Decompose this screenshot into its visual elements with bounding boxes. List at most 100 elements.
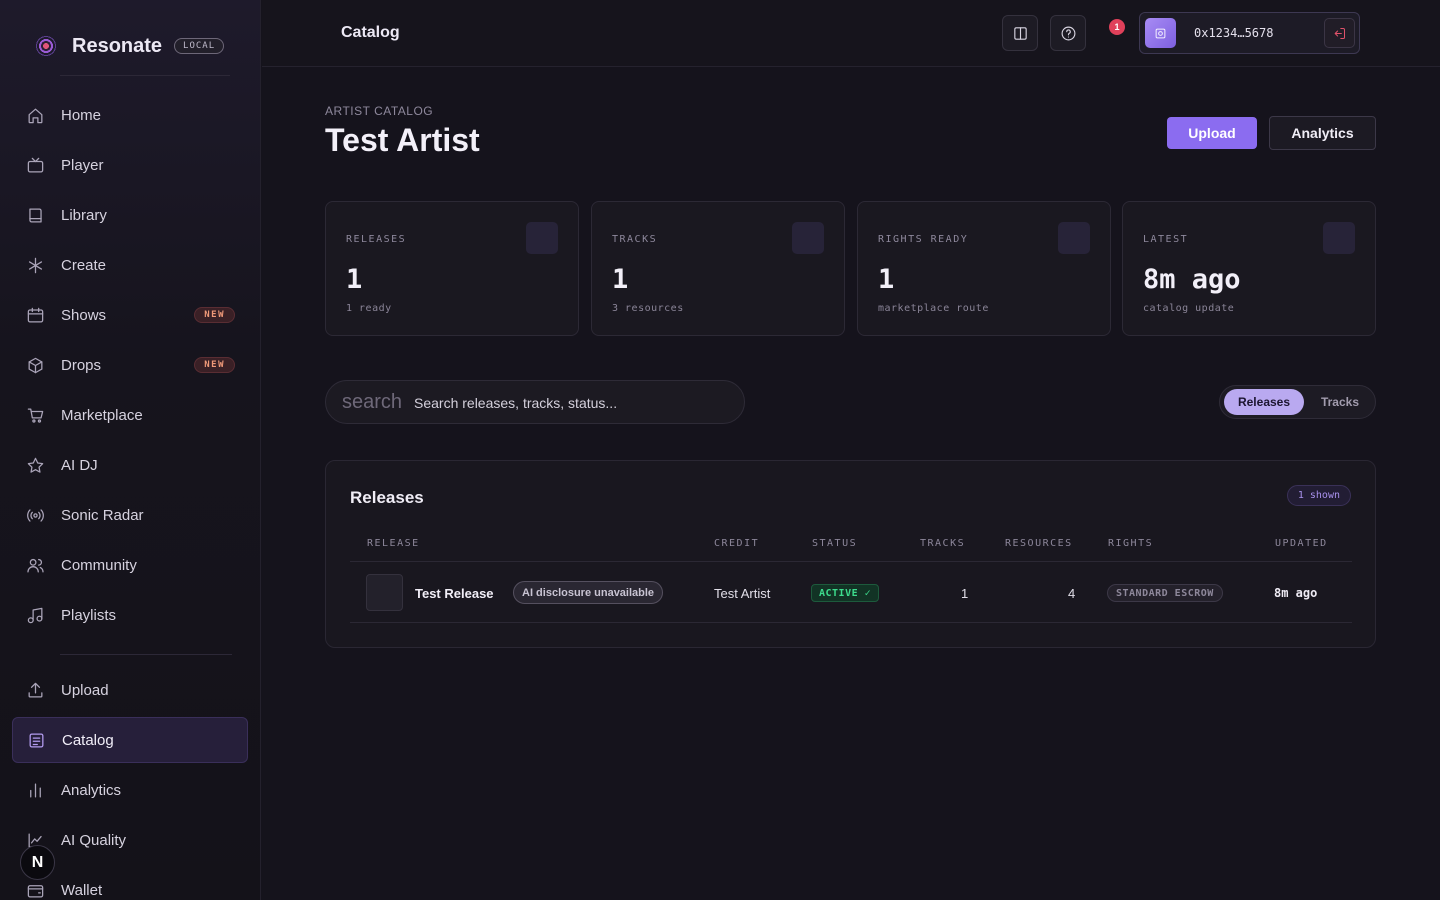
ai-disclosure-badge: AI disclosure unavailable xyxy=(513,581,664,604)
tv-icon xyxy=(25,155,45,175)
sidebar-item-sonic-radar[interactable]: Sonic Radar xyxy=(12,492,248,538)
wallet-avatar-icon xyxy=(1155,28,1166,38)
analytics-button[interactable]: Analytics xyxy=(1269,116,1376,150)
toggle-panel-button[interactable] xyxy=(1002,15,1038,51)
help-button[interactable] xyxy=(1050,15,1086,51)
divider xyxy=(60,75,230,76)
column-header-status[interactable]: STATUS xyxy=(812,538,857,549)
asterisk-icon xyxy=(25,255,45,275)
release-artwork xyxy=(366,574,403,611)
stat-sub: marketplace route xyxy=(878,303,989,314)
sidebar-item-analytics[interactable]: Analytics xyxy=(12,767,248,813)
stat-value: 1 xyxy=(346,264,363,295)
cart-icon xyxy=(25,405,45,425)
resonate-logo-icon xyxy=(34,34,58,58)
bar-chart-icon xyxy=(25,780,45,800)
page-breadcrumb: Catalog xyxy=(341,24,400,41)
resources-cell: 4 xyxy=(1068,586,1076,601)
stat-sub: catalog update xyxy=(1143,303,1235,314)
sidebar-item-create[interactable]: Create xyxy=(12,242,248,288)
sidebar-item-label: Player xyxy=(61,156,104,174)
updated-cell: 8m ago xyxy=(1274,586,1318,600)
tracks-cell: 1 xyxy=(961,586,969,601)
music-icon xyxy=(25,605,45,625)
column-header-credit[interactable]: CREDIT xyxy=(714,538,759,549)
tab-tracks[interactable]: Tracks xyxy=(1308,389,1372,415)
sidebar-item-label: Catalog xyxy=(62,731,114,749)
stat-card-tracks: TRACKS 1 3 resources xyxy=(591,201,845,336)
column-header-release[interactable]: RELEASE xyxy=(367,538,420,549)
rights-badge: STANDARD ESCROW xyxy=(1107,584,1223,602)
sidebar-item-drops[interactable]: Drops NEW xyxy=(12,342,248,388)
sidebar-item-label: AI Quality xyxy=(61,831,127,849)
search-icon: search xyxy=(342,391,403,413)
column-header-tracks[interactable]: TRACKS xyxy=(920,538,965,549)
new-badge: NEW xyxy=(194,357,235,373)
sidebar-item-library[interactable]: Library xyxy=(12,192,248,238)
stat-value: 1 xyxy=(612,264,629,295)
sidebar-item-playlists[interactable]: Playlists xyxy=(12,592,248,638)
sidebar-item-label: Shows xyxy=(61,306,107,324)
stat-value: 1 xyxy=(878,264,895,295)
sidebar: Resonate LOCAL Home Player Library Creat… xyxy=(0,0,261,900)
stat-card-latest: LATEST 8m ago catalog update xyxy=(1122,201,1376,336)
search-bar[interactable]: search xyxy=(325,380,745,424)
page-title: Test Artist xyxy=(325,122,480,158)
dev-tools-badge[interactable]: N xyxy=(20,845,55,880)
search-input[interactable] xyxy=(414,393,724,413)
sidebar-item-marketplace[interactable]: Marketplace xyxy=(12,392,248,438)
env-badge: LOCAL xyxy=(174,38,225,54)
catalog-icon xyxy=(26,730,46,750)
logout-icon xyxy=(1334,27,1345,39)
sidebar-item-player[interactable]: Player xyxy=(12,142,248,188)
releases-panel: Releases 1 shown RELEASE CREDIT STATUS T… xyxy=(325,460,1376,648)
sidebar-item-label: Community xyxy=(61,556,137,574)
release-title[interactable]: Test Release xyxy=(415,586,494,601)
divider xyxy=(60,654,232,655)
new-badge: NEW xyxy=(194,307,235,323)
wallet-widget[interactable]: 0x1234…5678 xyxy=(1139,12,1360,54)
stat-card-releases: RELEASES 1 1 ready xyxy=(325,201,579,336)
panel-title: Releases xyxy=(350,488,424,507)
count-badge: 1 shown xyxy=(1286,485,1351,506)
sidebar-item-label: Sonic Radar xyxy=(61,506,144,524)
sidebar-item-home[interactable]: Home xyxy=(12,92,248,138)
column-header-resources[interactable]: RESOURCES xyxy=(1005,538,1073,549)
brand-name: Resonate xyxy=(72,34,163,57)
sidebar-item-shows[interactable]: Shows NEW xyxy=(12,292,248,338)
stat-icon xyxy=(1323,222,1355,254)
star-icon xyxy=(25,455,45,475)
logout-button[interactable] xyxy=(1324,18,1355,48)
sidebar-item-label: AI DJ xyxy=(61,456,98,474)
column-header-rights[interactable]: RIGHTS xyxy=(1108,538,1153,549)
stat-value: 8m ago xyxy=(1143,264,1241,295)
sidebar-item-label: Marketplace xyxy=(61,406,143,424)
users-icon xyxy=(25,555,45,575)
wallet-avatar xyxy=(1145,18,1176,48)
help-icon xyxy=(1061,26,1075,40)
wallet-address[interactable]: 0x1234…5678 xyxy=(1194,26,1273,40)
notification-badge[interactable]: 1 xyxy=(1109,19,1125,35)
brand[interactable]: Resonate LOCAL xyxy=(34,31,225,61)
upload-button[interactable]: Upload xyxy=(1167,117,1257,149)
sidebar-item-label: Drops xyxy=(61,356,102,374)
sidebar-item-label: Create xyxy=(61,256,107,274)
stat-sub: 1 ready xyxy=(346,303,392,314)
sidebar-item-community[interactable]: Community xyxy=(12,542,248,588)
divider xyxy=(350,622,1352,623)
sidebar-item-label: Upload xyxy=(61,681,109,699)
home-icon xyxy=(25,105,45,125)
stat-label: LATEST xyxy=(1143,234,1189,245)
tab-releases[interactable]: Releases xyxy=(1224,389,1304,415)
calendar-icon xyxy=(25,305,45,325)
sidebar-item-label: Home xyxy=(61,106,102,124)
stat-label: RELEASES xyxy=(346,234,407,245)
sidebar-item-upload[interactable]: Upload xyxy=(12,667,248,713)
sidebar-item-label: Analytics xyxy=(61,781,122,799)
status-badge: ACTIVE ✓ xyxy=(811,584,880,602)
stat-label: TRACKS xyxy=(612,234,658,245)
column-header-updated[interactable]: UPDATED xyxy=(1275,538,1328,549)
radar-icon xyxy=(25,505,45,525)
sidebar-item-catalog[interactable]: Catalog xyxy=(12,717,248,763)
sidebar-item-ai-dj[interactable]: AI DJ xyxy=(12,442,248,488)
